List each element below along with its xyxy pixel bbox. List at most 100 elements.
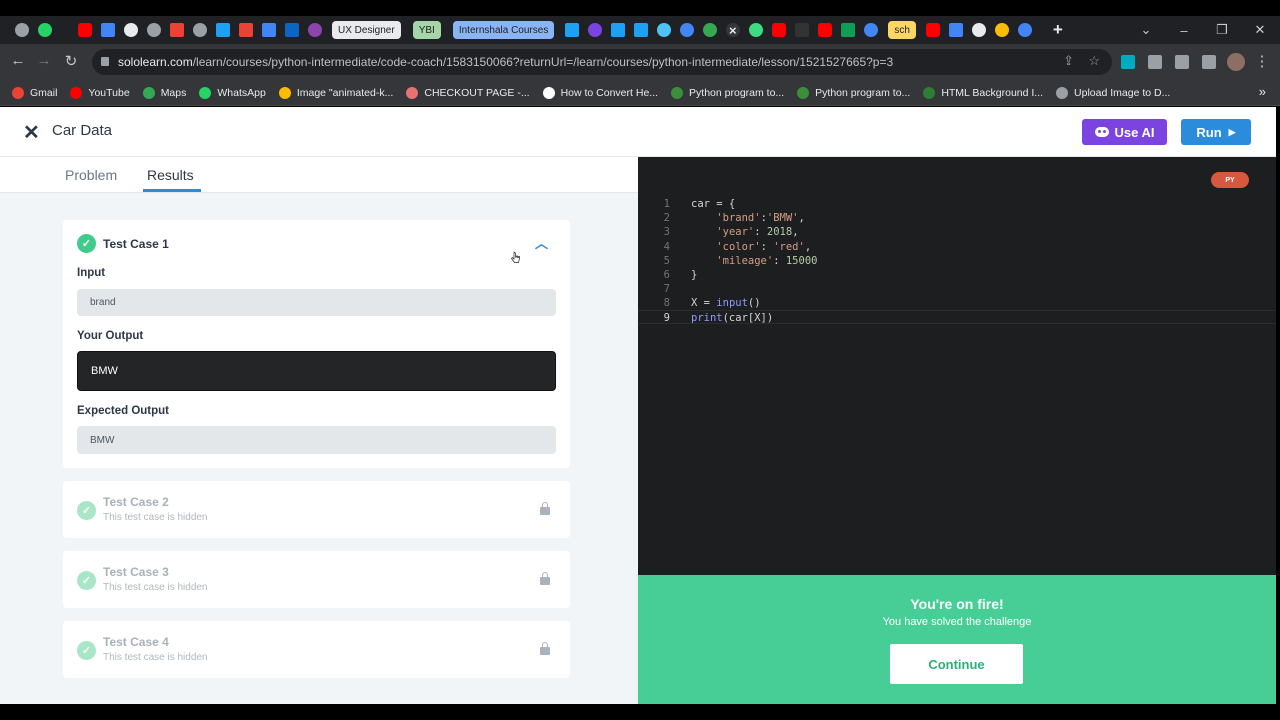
use-ai-button[interactable]: Use AI <box>1082 119 1167 145</box>
docs-icon[interactable] <box>949 23 964 37</box>
code-editor[interactable]: PY 1 car = { 2 'brand':'BMW', 3 'year': 2… <box>638 157 1276 575</box>
bookmark-item[interactable]: YouTube <box>70 86 130 99</box>
bookmarks-bar: Gmail YouTube Maps WhatsApp Image "animated-… <box>0 80 1280 106</box>
restore-icon[interactable]: ❐ <box>1203 16 1241 44</box>
close-icon[interactable]: ✕ <box>23 120 40 145</box>
share-icon[interactable]: ⇪ <box>1063 53 1074 69</box>
url-host: sololearn.com <box>118 55 193 69</box>
bookmark-item[interactable]: CHECKOUT PAGE -... <box>406 86 530 99</box>
url-path: /learn/courses/python-intermediate/code-… <box>192 55 894 69</box>
tab-pill-internshala[interactable]: Internshala Courses <box>452 21 555 39</box>
github-icon[interactable] <box>123 23 138 37</box>
site-icon[interactable] <box>656 23 671 37</box>
avatar[interactable] <box>1227 53 1245 71</box>
globe-icon[interactable] <box>14 23 29 37</box>
bookmark-icon <box>923 86 936 99</box>
panel-tabs: Problem Results <box>0 157 638 193</box>
tab-problem[interactable]: Problem <box>65 167 117 183</box>
star-icon[interactable]: ☆ <box>1088 53 1100 69</box>
code-line: 8X = input() <box>663 297 761 310</box>
bookmark-label: YouTube <box>88 86 130 99</box>
youtube-icon[interactable] <box>77 23 92 37</box>
test-case-2-card[interactable]: ✓ Test Case 2 This test case is hidden <box>63 481 570 538</box>
back-icon[interactable]: ← <box>5 52 31 69</box>
bookmark-icon <box>542 86 555 99</box>
site-icon[interactable] <box>564 23 579 37</box>
youtube-icon[interactable] <box>771 23 786 37</box>
bookmarks-overflow-icon[interactable]: » <box>1259 84 1266 99</box>
run-button[interactable]: Run ▶ <box>1181 119 1251 145</box>
tab-pill-ux-designer[interactable]: UX Designer <box>332 21 401 39</box>
results-panel: Problem Results ✓ Test Case 1 ︿ Input br… <box>0 157 638 704</box>
puzzle-icon[interactable] <box>1148 55 1162 69</box>
language-badge[interactable]: PY <box>1211 172 1249 188</box>
globe-icon[interactable] <box>192 23 207 37</box>
tab-search-icon[interactable]: ⌄ <box>1127 16 1165 44</box>
tab-pill-sch[interactable]: sch <box>888 21 916 39</box>
code-area[interactable]: 1 car = { 2 'brand':'BMW', 3 'year': 2018… <box>638 197 1276 325</box>
site-icon[interactable] <box>307 23 322 37</box>
globe-icon[interactable] <box>146 23 161 37</box>
test-case-title: Test Case 4 <box>103 635 169 649</box>
docs-icon[interactable] <box>100 23 115 37</box>
tab-separator <box>61 23 69 37</box>
bookmark-item[interactable]: Python program to... <box>797 86 910 99</box>
tab-pill-ybi[interactable]: YBI <box>412 21 441 39</box>
site-icon[interactable] <box>633 23 648 37</box>
gmail-icon[interactable] <box>169 23 184 37</box>
url-field[interactable]: sololearn.com/learn/courses/python-inter… <box>92 49 1112 75</box>
site-icon[interactable] <box>863 23 878 37</box>
bookmark-item[interactable]: How to Convert He... <box>542 86 659 99</box>
lock-icon <box>101 57 109 66</box>
bookmark-item[interactable]: Gmail <box>12 86 57 99</box>
bookmark-label: How to Convert He... <box>560 86 659 99</box>
window-close-icon[interactable]: ✕ <box>1241 16 1279 44</box>
site-icon[interactable] <box>972 23 987 37</box>
site-icon[interactable] <box>261 23 276 37</box>
site-icon[interactable] <box>610 23 625 37</box>
bookmark-icon <box>12 86 24 99</box>
test-case-3-card[interactable]: ✓ Test Case 3 This test case is hidden <box>63 551 570 608</box>
whatsapp-icon[interactable] <box>37 23 52 37</box>
close-icon[interactable]: × <box>725 23 740 38</box>
code-line: 5 'mileage': 15000 <box>663 254 818 267</box>
side-panel-icon[interactable] <box>1202 55 1216 69</box>
bookmark-label: Upload Image to D... <box>1074 86 1171 99</box>
play-icon[interactable] <box>702 23 717 37</box>
bookmark-icon <box>199 86 212 99</box>
tab-results[interactable]: Results <box>147 167 194 183</box>
site-icon[interactable] <box>679 23 694 37</box>
youtube-icon[interactable] <box>926 23 941 37</box>
bookmark-item[interactable]: Python program to... <box>671 86 784 99</box>
bookmark-item[interactable]: HTML Background I... <box>923 86 1043 99</box>
linkedin-icon[interactable] <box>284 23 299 37</box>
continue-button[interactable]: Continue <box>890 644 1023 684</box>
test-case-title: Test Case 2 <box>103 495 169 509</box>
bookmark-item[interactable]: Upload Image to D... <box>1056 86 1171 99</box>
new-tab-icon[interactable]: + <box>1051 20 1065 39</box>
youtube-icon[interactable] <box>817 23 832 37</box>
site-icon[interactable] <box>794 23 809 37</box>
minimize-icon[interactable]: – <box>1165 16 1203 44</box>
test-case-4-card[interactable]: ✓ Test Case 4 This test case is hidden <box>63 621 570 678</box>
google-icon[interactable] <box>1018 23 1033 37</box>
drive-icon[interactable] <box>995 23 1010 37</box>
reload-icon[interactable]: ↻ <box>58 52 84 70</box>
bookmark-item[interactable]: Image "animated-k... <box>278 86 393 99</box>
android-icon[interactable] <box>748 23 763 37</box>
chevron-up-icon[interactable]: ︿ <box>535 233 548 252</box>
bookmark-label: WhatsApp <box>217 86 266 99</box>
site-icon[interactable] <box>215 23 230 37</box>
bookmark-item[interactable]: WhatsApp <box>199 86 266 99</box>
success-subtitle: You have solved the challenge <box>882 616 1032 628</box>
sheets-icon[interactable] <box>840 23 855 37</box>
code-line: 3 'year': 2018, <box>663 226 799 239</box>
extension-icon[interactable] <box>1121 55 1135 69</box>
reading-list-icon[interactable] <box>1175 55 1189 69</box>
gmail-icon[interactable] <box>238 23 253 37</box>
bookmark-item[interactable]: Maps <box>142 86 186 99</box>
site-icon[interactable] <box>587 23 602 37</box>
input-value: brand <box>77 289 556 316</box>
kebab-menu-icon[interactable]: ⋮ <box>1249 52 1275 70</box>
forward-icon[interactable]: → <box>31 52 57 69</box>
